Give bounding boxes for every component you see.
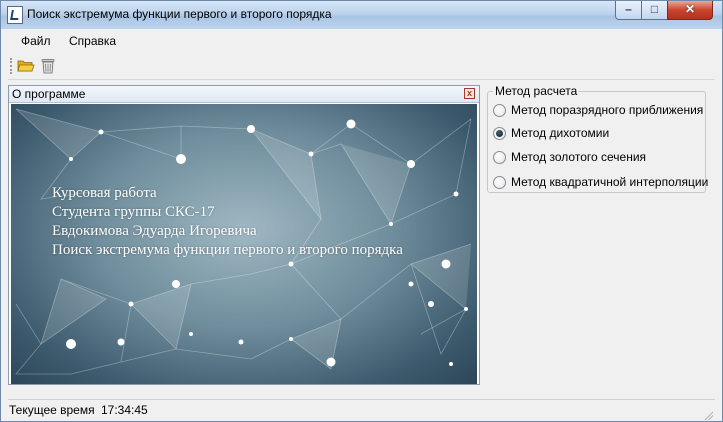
toolbar <box>8 53 715 80</box>
resize-grip-icon[interactable] <box>704 411 713 420</box>
about-background-image: Курсовая работа Студента группы СКС-17 Е… <box>11 104 477 384</box>
about-text: Курсовая работа Студента группы СКС-17 Е… <box>52 184 403 260</box>
status-bar: Текущее время 17:34:45 <box>8 399 715 421</box>
radio-label[interactable]: Метод квадратичной интерполяции <box>511 175 708 189</box>
radio-button[interactable] <box>493 151 506 164</box>
close-button[interactable]: ✕ <box>667 1 713 20</box>
radio-button[interactable] <box>493 176 506 189</box>
about-line-author: Евдокимова Эдуарда Игоревича <box>52 223 257 239</box>
current-time-label: Текущее время <box>9 403 95 417</box>
app-icon <box>7 6 23 24</box>
about-line-student-group: Студента группы СКС-17 <box>52 204 215 220</box>
radio-button[interactable] <box>493 104 506 117</box>
close-icon: ✕ <box>684 2 696 16</box>
delete-trash-icon[interactable] <box>39 57 57 75</box>
method-legend: Метод расчета <box>493 84 580 98</box>
method-groupbox: Метод расчета Метод поразрядного приближ… <box>487 84 708 193</box>
menu-file[interactable]: Файл <box>21 34 51 48</box>
toolbar-grip[interactable] <box>10 58 14 74</box>
menu-bar: Файл Справка <box>8 30 715 52</box>
open-folder-icon[interactable] <box>17 57 35 75</box>
about-title: О программе <box>12 87 86 101</box>
maximize-icon: □ <box>650 2 659 16</box>
about-close-icon[interactable]: x <box>464 88 475 99</box>
minimize-icon: – <box>625 2 632 16</box>
about-line-coursework: Курсовая работа <box>52 185 157 201</box>
about-line-topic: Поиск экстремума функции первого и второ… <box>52 242 403 258</box>
title-bar[interactable]: Поиск экстремума функции первого и второ… <box>1 1 722 29</box>
current-time-value: 17:34:45 <box>101 403 148 417</box>
maximize-button[interactable]: □ <box>641 1 668 20</box>
about-header: О программе x <box>9 86 479 103</box>
radio-label[interactable]: Метод золотого сечения <box>511 150 646 164</box>
window-title: Поиск экстремума функции первого и второ… <box>27 7 332 21</box>
radio-button-selected[interactable] <box>493 127 506 140</box>
radio-label[interactable]: Метод поразрядного приближения <box>511 103 703 117</box>
main-window: Поиск экстремума функции первого и второ… <box>0 0 723 422</box>
about-panel: О программе x Курсовая работа Студента г… <box>8 85 480 385</box>
minimize-button[interactable]: – <box>615 1 642 20</box>
menu-help[interactable]: Справка <box>69 34 116 48</box>
radio-label[interactable]: Метод дихотомии <box>511 126 609 140</box>
